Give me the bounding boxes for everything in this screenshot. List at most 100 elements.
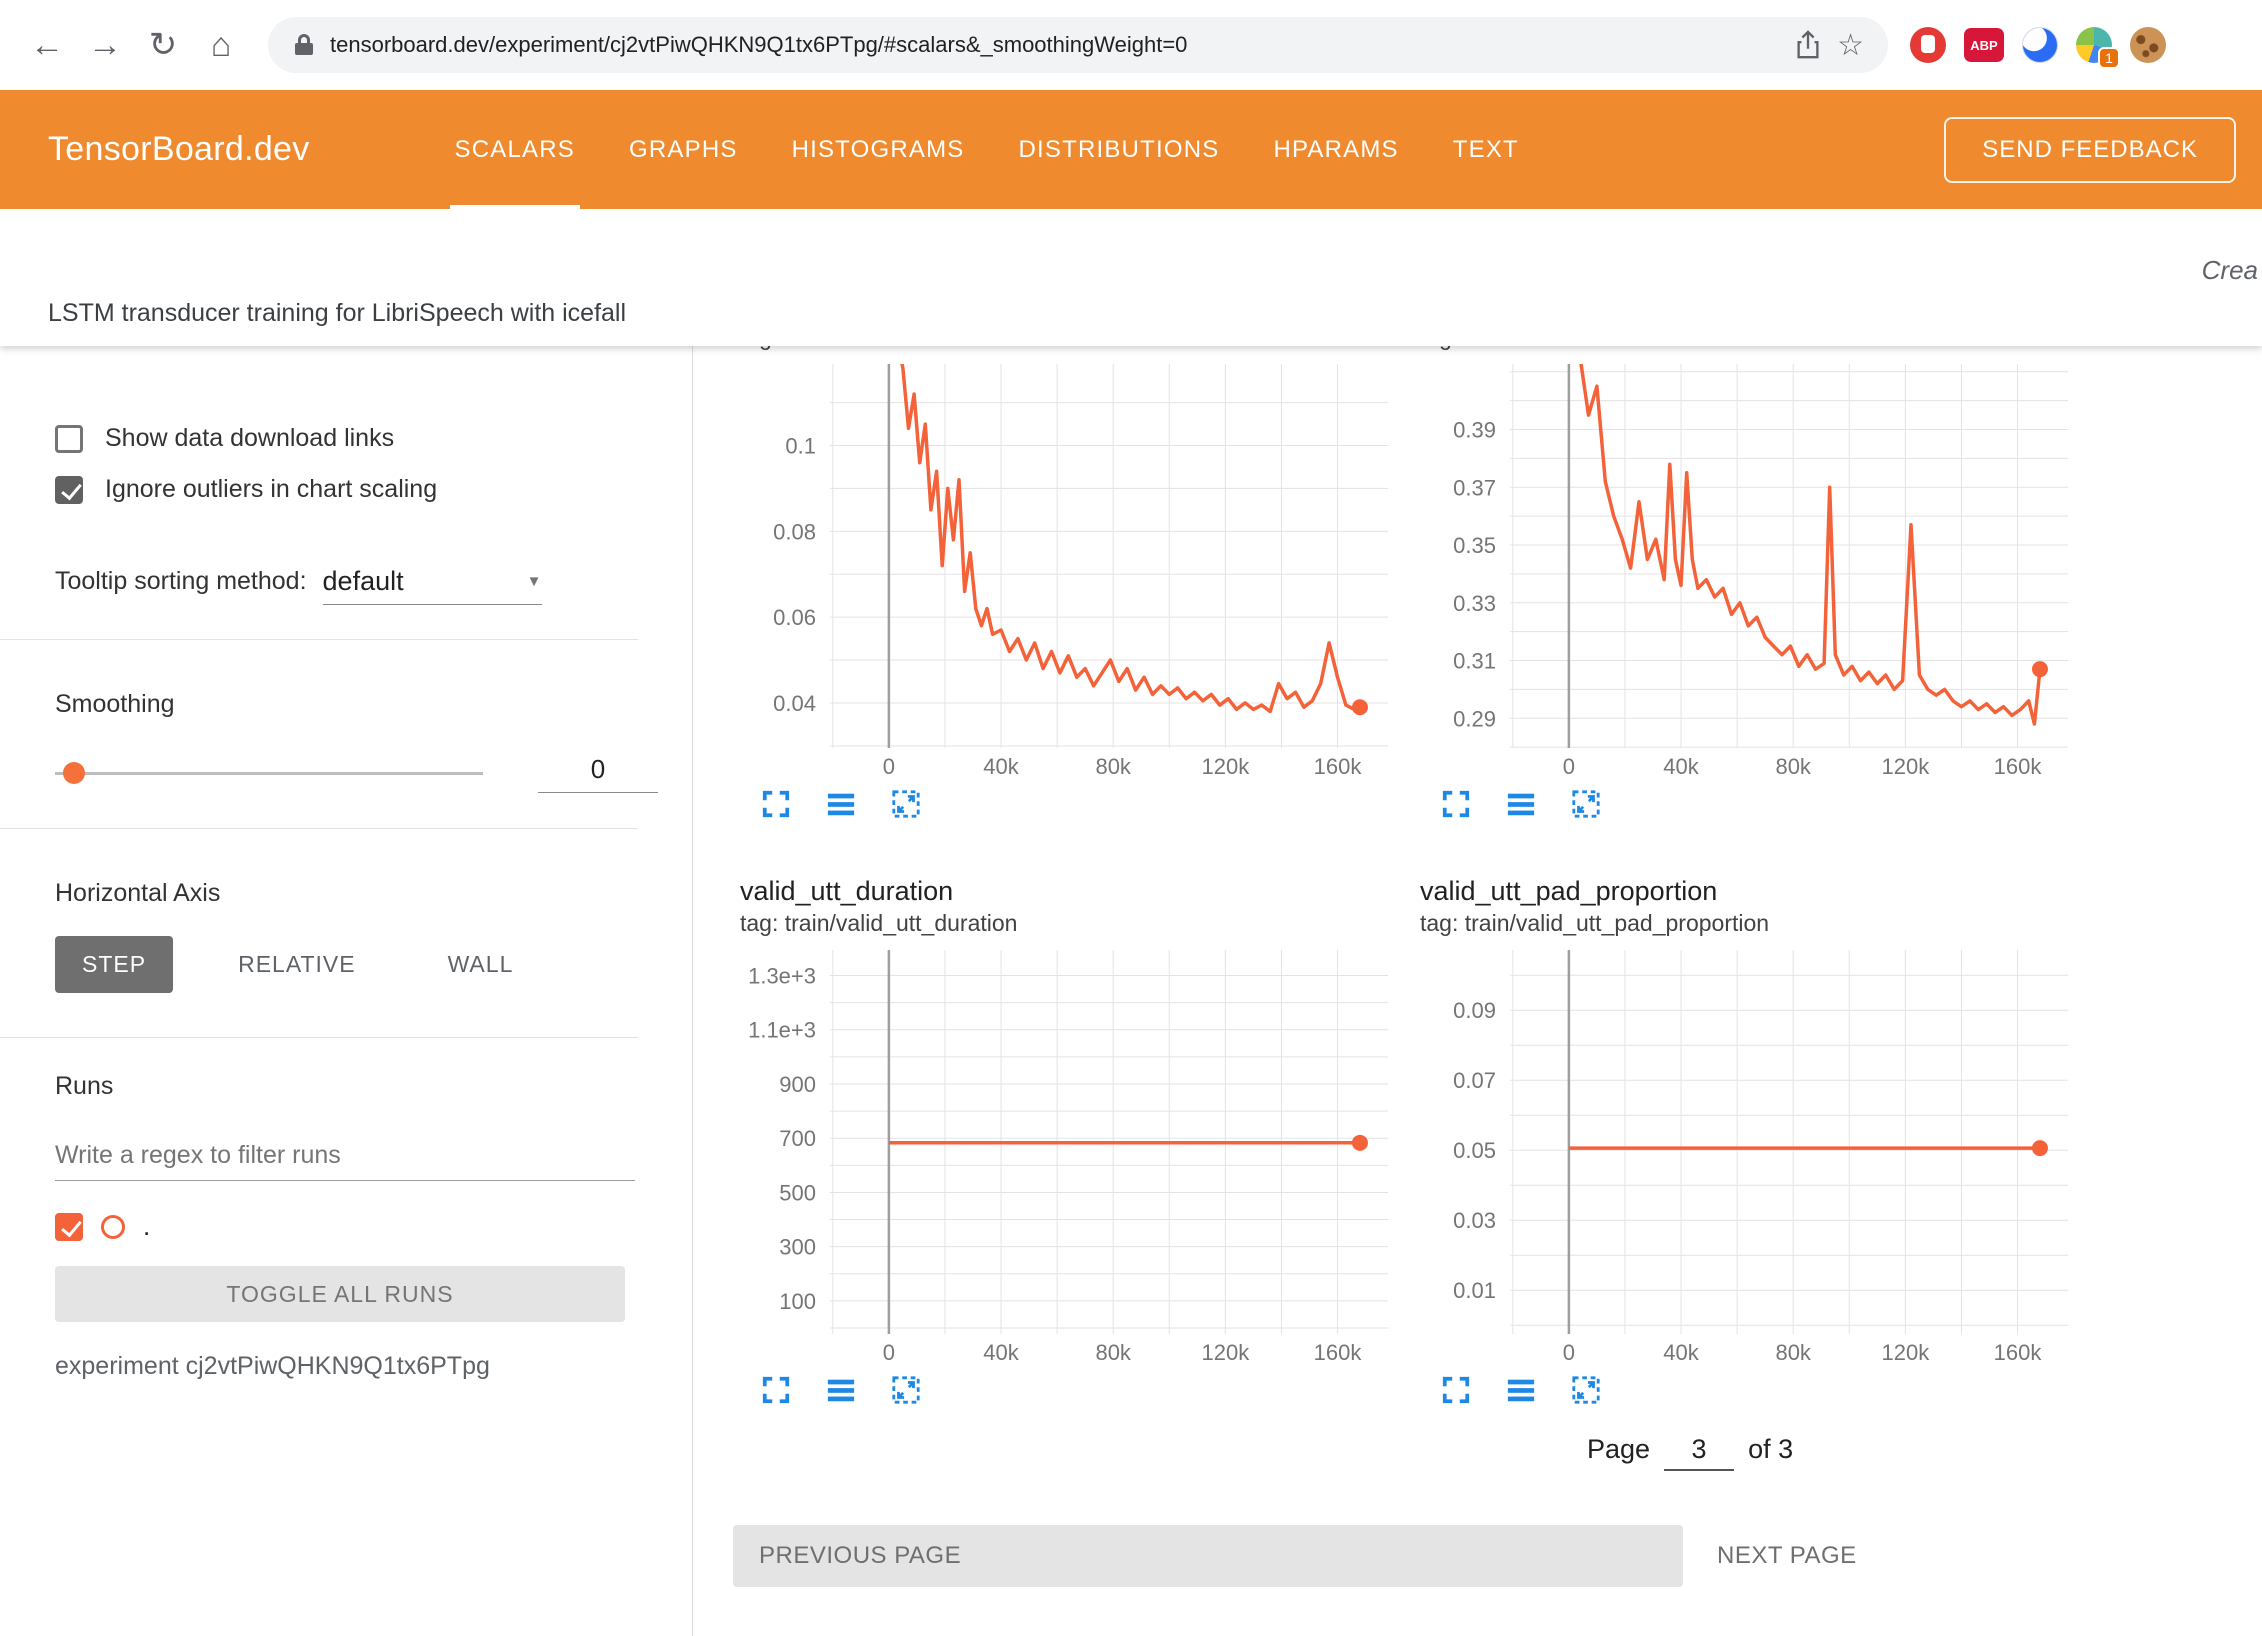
slider-handle[interactable] <box>63 762 85 784</box>
svg-text:40k: 40k <box>983 1340 1019 1365</box>
svg-text:700: 700 <box>779 1126 816 1151</box>
axis-relative-button[interactable]: RELATIVE <box>211 936 383 993</box>
fit-domain-icon[interactable] <box>890 788 922 820</box>
svg-text:160k: 160k <box>1994 754 2043 779</box>
smoothing-slider[interactable] <box>55 753 483 793</box>
previous-page-button[interactable]: PREVIOUS PAGE <box>733 1525 1683 1587</box>
chart-title: valid_utt_duration <box>740 876 1390 910</box>
run-checkbox[interactable] <box>55 1213 83 1241</box>
fit-domain-icon[interactable] <box>1570 788 1602 820</box>
svg-text:160k: 160k <box>1314 1340 1363 1365</box>
chart-tag: tag: train/valid_utt_duration <box>740 910 1390 940</box>
tab-hparams[interactable]: HPARAMS <box>1246 90 1425 209</box>
show-download-links-checkbox[interactable] <box>55 425 83 453</box>
home-icon[interactable]: ⌂ <box>194 18 248 72</box>
app-header: TensorBoard.dev SCALARSGRAPHSHISTOGRAMSD… <box>0 90 2262 209</box>
chart-actions <box>1440 788 2070 820</box>
run-name: . <box>143 1211 150 1242</box>
svg-text:120k: 120k <box>1202 1340 1251 1365</box>
svg-text:120k: 120k <box>1882 754 1931 779</box>
chart-row-bottom: valid_utt_duration tag: train/valid_utt_… <box>740 876 2262 1406</box>
pagination: Page of 3 <box>1587 1434 2262 1471</box>
lock-icon <box>292 33 316 57</box>
svg-text:0.04: 0.04 <box>773 691 816 716</box>
log-scale-icon[interactable] <box>1505 788 1537 820</box>
share-icon[interactable] <box>1793 30 1823 60</box>
tab-text[interactable]: TEXT <box>1426 90 1546 209</box>
app-logo[interactable]: TensorBoard.dev <box>48 130 310 169</box>
tab-scalars[interactable]: SCALARS <box>428 90 602 209</box>
fullscreen-icon[interactable] <box>1440 1374 1472 1406</box>
log-scale-icon[interactable] <box>825 1374 857 1406</box>
horizontal-axis-label: Horizontal Axis <box>55 879 692 908</box>
svg-text:1.1e+3: 1.1e+3 <box>748 1018 816 1043</box>
url-bar[interactable]: tensorboard.dev/experiment/cj2vtPiwQHKN9… <box>268 17 1888 73</box>
svg-text:0.05: 0.05 <box>1453 1138 1496 1163</box>
svg-text:300: 300 <box>779 1235 816 1260</box>
chart-card: valid_utt_pad_proportion tag: train/vali… <box>1420 876 2070 1406</box>
abp-label: ABP <box>1970 38 1997 53</box>
page-number-input[interactable] <box>1664 1434 1734 1471</box>
browser-toolbar: ← → ↻ ⌂ tensorboard.dev/experiment/cj2vt… <box>0 0 2262 90</box>
cookie-icon[interactable] <box>2130 27 2166 63</box>
tab-distributions[interactable]: DISTRIBUTIONS <box>991 90 1246 209</box>
horizontal-axis-buttons: STEP RELATIVE WALL <box>55 936 692 993</box>
fullscreen-icon[interactable] <box>760 788 792 820</box>
chart-actions <box>760 788 1390 820</box>
chart-plot[interactable]: 0.390.370.350.330.310.29040k80k120k160k <box>1420 360 2070 780</box>
smoothing-value-input[interactable]: 0 <box>538 754 658 793</box>
runs-filter-input[interactable] <box>55 1137 635 1181</box>
divider <box>0 639 638 640</box>
chart-plot[interactable]: 1.3e+31.1e+3900700500300100040k80k120k16… <box>740 946 1390 1366</box>
tab-histograms[interactable]: HISTOGRAMS <box>765 90 992 209</box>
svg-text:0.29: 0.29 <box>1453 706 1496 731</box>
tooltip-sorting-row: Tooltip sorting method: default ▼ <box>55 566 692 605</box>
pie-extension-icon[interactable]: 1 <box>2076 27 2112 63</box>
run-row[interactable]: . <box>55 1211 692 1242</box>
log-scale-icon[interactable] <box>1505 1374 1537 1406</box>
svg-text:0: 0 <box>883 1340 895 1365</box>
blue-extension-icon[interactable] <box>2022 27 2058 63</box>
chart-title: valid_utt_pad_proportion <box>1420 876 2070 910</box>
next-page-button[interactable]: NEXT PAGE <box>1717 1542 1857 1570</box>
bookmark-star-icon[interactable]: ☆ <box>1837 28 1864 63</box>
svg-text:40k: 40k <box>1663 1340 1699 1365</box>
fit-domain-icon[interactable] <box>890 1374 922 1406</box>
svg-text:0.39: 0.39 <box>1453 418 1496 443</box>
truncated-right-text[interactable]: Crea <box>2202 255 2258 286</box>
toggle-all-runs-button[interactable]: TOGGLE ALL RUNS <box>55 1266 625 1322</box>
tab-graphs[interactable]: GRAPHS <box>602 90 765 209</box>
log-scale-icon[interactable] <box>825 788 857 820</box>
extension-badge: 1 <box>2098 47 2120 69</box>
run-color-swatch <box>101 1215 125 1239</box>
svg-text:0.03: 0.03 <box>1453 1208 1496 1233</box>
svg-text:120k: 120k <box>1882 1340 1931 1365</box>
svg-text:40k: 40k <box>983 754 1019 779</box>
svg-text:100: 100 <box>779 1289 816 1314</box>
svg-text:0: 0 <box>1563 1340 1575 1365</box>
axis-step-button[interactable]: STEP <box>55 936 173 993</box>
forward-icon[interactable]: → <box>78 18 132 72</box>
page-label: Page <box>1587 1434 1650 1465</box>
tooltip-sorting-dropdown[interactable]: default ▼ <box>323 566 542 605</box>
abp-extension-icon[interactable]: ABP <box>1964 28 2004 62</box>
chart-tag: tag: train/… <box>740 346 1390 354</box>
ignore-outliers-row[interactable]: Ignore outliers in chart scaling <box>55 475 692 504</box>
show-download-links-row[interactable]: Show data download links <box>55 424 692 453</box>
send-feedback-button[interactable]: SEND FEEDBACK <box>1944 117 2236 183</box>
back-icon[interactable]: ← <box>20 18 74 72</box>
tooltip-sorting-value: default <box>323 566 404 597</box>
chart-actions <box>760 1374 1390 1406</box>
axis-wall-button[interactable]: WALL <box>421 936 541 993</box>
ignore-outliers-checkbox[interactable] <box>55 476 83 504</box>
reload-icon[interactable]: ↻ <box>136 18 190 72</box>
svg-text:0: 0 <box>1563 754 1575 779</box>
chart-plot[interactable]: 0.10.080.060.04040k80k120k160k <box>740 360 1390 780</box>
chart-plot[interactable]: 0.090.070.050.030.01040k80k120k160k <box>1420 946 2070 1366</box>
subheader: Crea LSTM transducer training for LibriS… <box>0 209 2262 346</box>
adblock-extension-icon[interactable] <box>1910 27 1946 63</box>
fit-domain-icon[interactable] <box>1570 1374 1602 1406</box>
fullscreen-icon[interactable] <box>1440 788 1472 820</box>
fullscreen-icon[interactable] <box>760 1374 792 1406</box>
chart-card: tag: train/… 0.10.080.060.04040k80k120k1… <box>740 346 1390 820</box>
